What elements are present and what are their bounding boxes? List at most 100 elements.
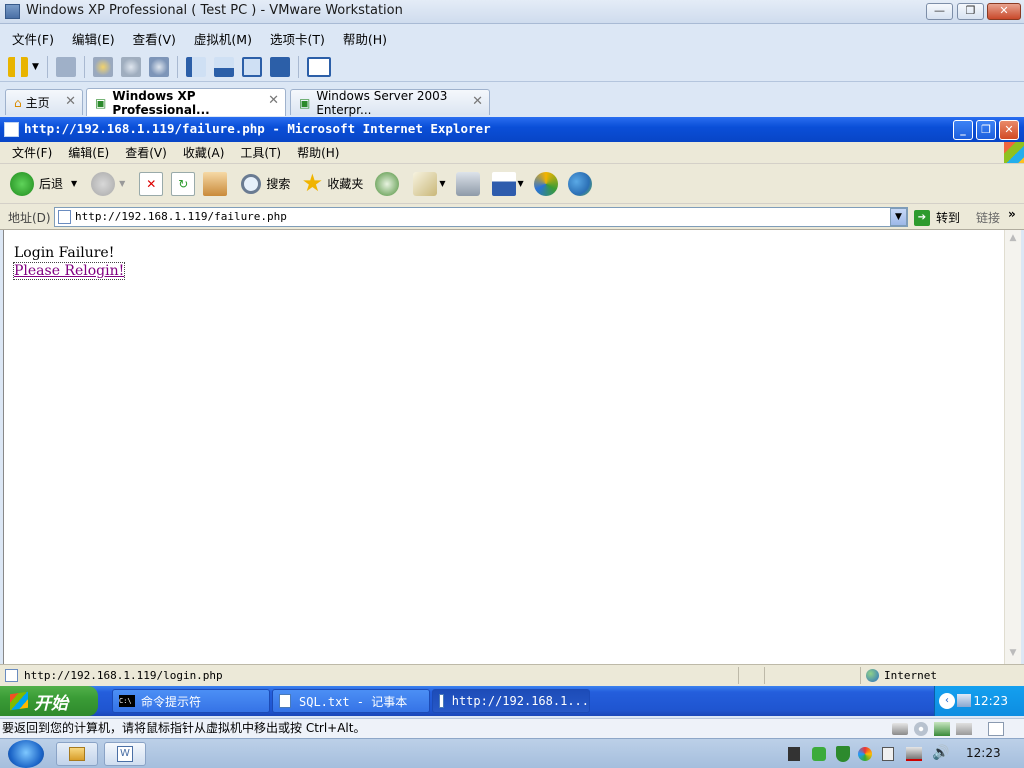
scroll-up-arrow-icon[interactable]: ▲ [1005, 230, 1021, 247]
vmware-menu-view[interactable]: 查看(V) [133, 29, 176, 48]
back-button-label[interactable]: 后退 [39, 175, 63, 192]
ie-menu-file[interactable]: 文件(F) [12, 144, 52, 161]
ie-address-bar: 地址(D) http://192.168.1.119/failure.php ▼… [0, 204, 1024, 230]
full-screen-icon[interactable] [241, 56, 262, 77]
network-tray-icon[interactable] [957, 694, 971, 707]
vmware-menu-help[interactable]: 帮助(H) [343, 29, 387, 48]
folder-icon [69, 747, 85, 761]
windows-start-orb-icon[interactable] [8, 740, 44, 768]
volume-icon[interactable]: 🔊 [932, 745, 949, 761]
ie-minimize-button[interactable]: _ [953, 120, 973, 140]
thumbnail-view-icon[interactable] [306, 56, 331, 77]
vm-icon: ▣ [95, 95, 107, 110]
favorites-button-label[interactable]: 收藏夹 [327, 175, 363, 192]
scroll-down-arrow-icon[interactable]: ▼ [1005, 645, 1021, 662]
close-tab-icon[interactable]: ✕ [65, 94, 76, 109]
taskbar-item-notepad[interactable]: SQL.txt - 记事本 [272, 689, 430, 713]
vm-icon: ▣ [299, 95, 311, 110]
hard-disk-icon[interactable] [892, 723, 908, 735]
mail-icon[interactable] [413, 171, 438, 196]
ie-menu-favorites[interactable]: 收藏(A) [183, 144, 225, 161]
ie-menu-view[interactable]: 查看(V) [125, 144, 167, 161]
xp-clock[interactable]: 12:23 [973, 694, 1008, 708]
tab-windows-server-2003[interactable]: ▣ Windows Server 2003 Enterpr... ✕ [290, 89, 490, 117]
tab-home[interactable]: ⌂ 主页 ✕ [5, 89, 83, 115]
tab-windows-xp[interactable]: ▣ Windows XP Professional... ✕ [86, 88, 286, 117]
address-input[interactable]: http://192.168.1.119/failure.php [54, 207, 908, 227]
vmware-menu-edit[interactable]: 编辑(E) [72, 29, 115, 48]
unity-icon[interactable] [269, 56, 290, 77]
ie-close-button[interactable]: ✕ [999, 120, 1019, 140]
links-label[interactable]: 链接 [976, 209, 1000, 226]
snapshot-icon[interactable] [92, 56, 113, 77]
network-tray-icon[interactable] [906, 747, 922, 761]
film-tray-icon[interactable] [788, 747, 800, 761]
favorites-star-icon[interactable]: ★ [300, 171, 324, 196]
color-tray-icon[interactable] [858, 747, 872, 761]
vmware-menu-file[interactable]: 文件(F) [12, 29, 54, 48]
search-icon[interactable] [241, 173, 262, 194]
network-icon[interactable] [55, 56, 76, 77]
pause-icon[interactable] [8, 56, 28, 77]
close-tab-icon[interactable]: ✕ [472, 94, 483, 109]
host-explorer-button[interactable] [56, 742, 98, 766]
page-icon [58, 210, 71, 224]
revert-snapshot-icon[interactable] [120, 56, 141, 77]
messenger-icon[interactable] [567, 171, 592, 196]
print-icon[interactable] [455, 171, 480, 196]
network-adapter-icon[interactable] [934, 722, 950, 736]
close-tab-icon[interactable]: ✕ [268, 93, 279, 108]
vmware-close-button[interactable]: ✕ [987, 3, 1021, 20]
back-arrow-icon[interactable] [10, 171, 34, 196]
message-log-icon[interactable] [988, 722, 1004, 736]
status-url: http://192.168.1.119/login.php [24, 669, 223, 682]
relogin-link[interactable]: Please Relogin! [12, 262, 126, 280]
console-view-icon[interactable] [213, 56, 234, 77]
vmware-maximize-button[interactable]: ❐ [957, 3, 984, 20]
back-dropdown-icon[interactable]: ▼ [71, 179, 77, 188]
ie-menu-help[interactable]: 帮助(H) [297, 144, 339, 161]
history-icon[interactable] [375, 171, 400, 196]
mail-dropdown-icon[interactable]: ▼ [439, 179, 445, 188]
address-label: 地址(D) [8, 211, 51, 225]
green-tray-icon[interactable] [812, 747, 826, 761]
xp-start-button[interactable]: 开始 [0, 686, 98, 716]
status-separator [738, 667, 739, 684]
edit-icon[interactable] [491, 171, 516, 196]
vmware-minimize-button[interactable]: — [926, 3, 953, 20]
links-chevron-icon[interactable]: » [1008, 207, 1016, 221]
usb-icon[interactable] [956, 723, 972, 735]
host-vmware-button[interactable]: W [104, 742, 146, 766]
vmware-menu-vm[interactable]: 虚拟机(M) [194, 29, 252, 48]
tray-expand-icon[interactable]: ‹ [939, 693, 955, 709]
go-arrow-icon[interactable]: ➔ [914, 210, 930, 226]
pause-dropdown-icon[interactable]: ▼ [32, 62, 39, 72]
ie-page-content: Login Failure! Please Relogin! [3, 230, 1004, 664]
forward-dropdown-icon[interactable]: ▼ [119, 179, 125, 188]
forward-arrow-icon[interactable] [91, 171, 116, 196]
refresh-icon[interactable]: ↻ [171, 171, 196, 196]
go-button-label[interactable]: 转到 [936, 209, 960, 226]
home-icon[interactable] [203, 171, 228, 196]
ie-menu-tools[interactable]: 工具(T) [240, 144, 281, 161]
research-icon[interactable] [533, 171, 558, 196]
host-clock[interactable]: 12:23 [966, 746, 1001, 760]
vmware-tab-strip: ⌂ 主页 ✕ ▣ Windows XP Professional... ✕ ▣ … [0, 84, 1024, 118]
security-shield-icon[interactable] [836, 746, 850, 762]
snapshot-manager-icon[interactable] [148, 56, 169, 77]
vmware-menu-tabs[interactable]: 选项卡(T) [270, 29, 325, 48]
taskbar-item-ie[interactable]: http://192.168.1... [432, 689, 590, 713]
cd-drive-icon[interactable] [914, 722, 928, 736]
ie-menu-edit[interactable]: 编辑(E) [68, 144, 109, 161]
taskbar-item-cmd[interactable]: C:\ 命令提示符 [112, 689, 270, 713]
vertical-scrollbar[interactable]: ▲ ▼ [1004, 230, 1021, 664]
vmware-menu-bar: 文件(F) 编辑(E) 查看(V) 虚拟机(M) 选项卡(T) 帮助(H) [0, 24, 1024, 52]
address-dropdown-icon[interactable]: ▼ [890, 208, 907, 226]
stop-icon[interactable]: ✕ [139, 171, 164, 196]
show-sidebar-icon[interactable] [185, 56, 206, 77]
xp-taskbar: 开始 C:\ 命令提示符 SQL.txt - 记事本 http://192.16… [0, 686, 1024, 716]
edit-dropdown-icon[interactable]: ▼ [518, 179, 524, 188]
search-button-label[interactable]: 搜索 [266, 175, 290, 192]
ie-maximize-button[interactable]: ❐ [976, 120, 996, 140]
clipboard-tray-icon[interactable] [882, 747, 894, 761]
